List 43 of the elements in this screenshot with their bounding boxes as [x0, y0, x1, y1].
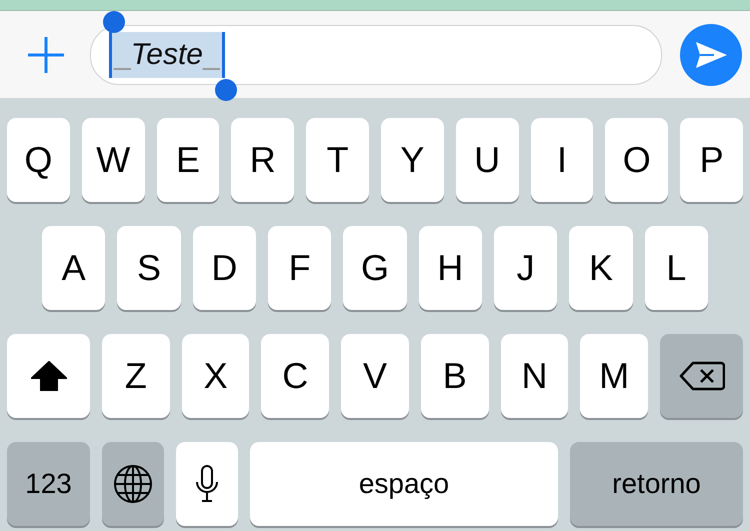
letter-key[interactable]: E — [156, 118, 220, 202]
microphone-icon — [194, 464, 220, 504]
letter-key[interactable]: A — [42, 226, 106, 310]
letter-key[interactable]: U — [456, 118, 519, 202]
letter-key[interactable]: F — [268, 226, 332, 310]
shift-arrow-icon — [30, 361, 66, 391]
send-icon — [694, 40, 728, 70]
globe-icon — [113, 464, 153, 504]
space-key[interactable]: espaço — [250, 442, 558, 526]
backspace-icon — [678, 361, 725, 391]
letter-key[interactable]: O — [605, 118, 668, 202]
shift-key[interactable] — [7, 334, 90, 418]
letter-key[interactable]: Y — [380, 118, 444, 202]
letter-key[interactable]: L — [644, 226, 708, 310]
letter-key[interactable]: C — [261, 334, 330, 418]
return-key[interactable]: retorno — [570, 442, 743, 526]
letter-key[interactable]: K — [569, 226, 633, 310]
letter-key[interactable]: W — [82, 118, 145, 202]
numbers-key[interactable]: 123 — [7, 442, 90, 526]
microphone-key[interactable] — [176, 442, 238, 526]
letter-key[interactable]: G — [343, 226, 407, 310]
letter-key[interactable]: Q — [7, 118, 70, 202]
letter-key[interactable]: Z — [102, 334, 170, 418]
letter-key[interactable]: V — [341, 334, 409, 418]
letter-key[interactable]: M — [580, 334, 648, 418]
letter-key[interactable]: N — [500, 334, 568, 418]
letter-key[interactable]: P — [680, 118, 743, 202]
letter-key[interactable]: J — [494, 226, 558, 310]
selection-handle[interactable] — [215, 79, 237, 101]
letter-key[interactable]: X — [182, 334, 250, 418]
letter-key[interactable]: S — [117, 226, 181, 310]
letter-key[interactable]: H — [418, 226, 482, 310]
letter-key[interactable]: B — [420, 334, 489, 418]
globe-key[interactable] — [102, 442, 164, 526]
selection-handle[interactable] — [103, 11, 125, 33]
delete-key[interactable] — [660, 334, 744, 418]
plus-icon — [26, 34, 66, 74]
letter-key[interactable]: I — [530, 118, 594, 202]
letter-key[interactable]: T — [306, 118, 369, 202]
letter-key[interactable]: D — [192, 226, 256, 310]
message-text: _Teste_ — [109, 32, 225, 78]
message-field[interactable]: _Teste_ — [90, 24, 662, 84]
letter-key[interactable]: R — [231, 118, 294, 202]
